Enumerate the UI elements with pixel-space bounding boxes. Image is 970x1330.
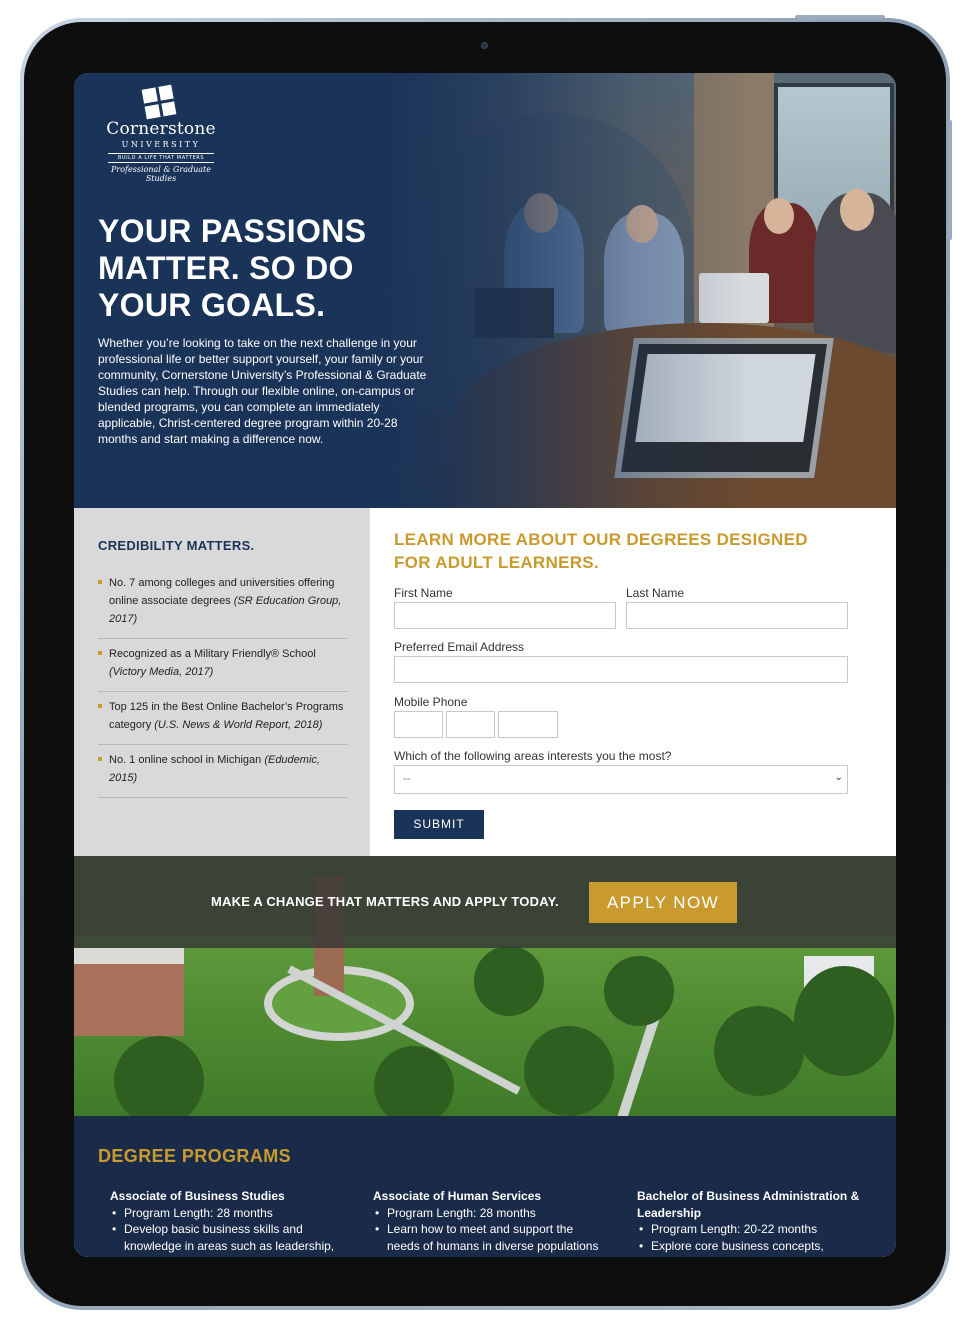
submit-button[interactable]: SUBMIT [394, 810, 484, 839]
email-input[interactable] [394, 656, 848, 683]
credibility-item: No. 7 among colleges and universities of… [98, 568, 348, 639]
screen: Cornerstone UNIVERSITY BUILD A LIFE THAT… [74, 73, 896, 1257]
first-name-input[interactable] [394, 602, 616, 629]
credibility-list: No. 7 among colleges and universities of… [98, 568, 348, 798]
degree-programs-title: DEGREE PROGRAMS [98, 1146, 292, 1166]
credibility-text: Recognized as a Military Friendly® Schoo… [109, 648, 316, 660]
logo-division: Professional & Graduate Studies [111, 165, 211, 183]
program-card[interactable]: Associate of Business Studies Program Le… [110, 1188, 340, 1254]
program-card[interactable]: Bachelor of Business Administration & Le… [637, 1188, 877, 1254]
interest-label: Which of the following areas interests y… [394, 749, 672, 763]
tablet-top-button [795, 15, 885, 19]
hero-section: Cornerstone UNIVERSITY BUILD A LIFE THAT… [74, 73, 896, 508]
program-card[interactable]: Associate of Human Services Program Leng… [373, 1188, 603, 1254]
apply-cta-text: MAKE A CHANGE THAT MATTERS AND APPLY TOD… [211, 894, 559, 909]
logo-tagline: BUILD A LIFE THAT MATTERS [108, 153, 214, 163]
lead-form: LEARN MORE ABOUT OUR DEGREES DESIGNED FO… [370, 508, 896, 856]
hero-title-line: MATTER. SO DO [98, 250, 354, 286]
last-name-label: Last Name [626, 586, 685, 600]
credibility-source: (Victory Media, 2017) [109, 666, 214, 678]
first-name-label: First Name [394, 586, 453, 600]
apply-band: MAKE A CHANGE THAT MATTERS AND APPLY TOD… [74, 856, 896, 948]
program-bullet: Learn how to meet and support the needs … [373, 1221, 603, 1254]
phone-line-input[interactable] [498, 711, 558, 738]
program-bullet: Program Length: 28 months [373, 1205, 603, 1222]
email-label: Preferred Email Address [394, 640, 525, 654]
credibility-source: (U.S. News & World Report, 2018) [154, 719, 323, 731]
campus-banner: MAKE A CHANGE THAT MATTERS AND APPLY TOD… [74, 856, 896, 1116]
phone-area-code-input[interactable] [394, 711, 443, 738]
last-name-input[interactable] [626, 602, 848, 629]
program-bullet: Develop basic business skills and knowle… [110, 1221, 340, 1254]
hero-title-line: YOUR PASSIONS [98, 213, 367, 249]
program-bullet: Explore core business concepts, [637, 1238, 877, 1255]
apply-now-button[interactable]: APPLY NOW [589, 882, 737, 923]
university-logo[interactable]: Cornerstone UNIVERSITY BUILD A LIFE THAT… [96, 84, 226, 183]
credibility-item: Top 125 in the Best Online Bachelor’s Pr… [98, 692, 348, 745]
interest-selected-value: -- [403, 773, 411, 785]
camera-icon [481, 42, 488, 49]
hero-body-text: Whether you’re looking to take on the ne… [98, 336, 427, 446]
hero-title: YOUR PASSIONS MATTER. SO DO YOUR GOALS. [98, 213, 438, 324]
program-bullet: Program Length: 20-22 months [637, 1221, 877, 1238]
credibility-panel: CREDIBILITY MATTERS. No. 7 among college… [74, 508, 370, 856]
program-name: Associate of Human Services [373, 1189, 542, 1203]
phone-label: Mobile Phone [394, 695, 468, 709]
chevron-down-icon: ⌄ [834, 772, 843, 783]
form-title: LEARN MORE ABOUT OUR DEGREES DESIGNED FO… [394, 530, 808, 572]
logo-subtitle: UNIVERSITY [121, 140, 201, 149]
credibility-text: No. 1 online school in Michigan [109, 754, 265, 766]
hero-title-line: YOUR GOALS. [98, 287, 326, 323]
program-bullet: Program Length: 28 months [110, 1205, 340, 1222]
interest-select[interactable]: -- ⌄ [394, 765, 848, 794]
tablet-volume-button [948, 120, 952, 240]
program-name: Associate of Business Studies [110, 1189, 285, 1203]
credibility-item: No. 1 online school in Michigan (Edudemi… [98, 745, 348, 798]
credibility-title: CREDIBILITY MATTERS. [98, 538, 255, 553]
degree-programs-section: DEGREE PROGRAMS Associate of Business St… [74, 1116, 896, 1257]
logo-name: Cornerstone [106, 119, 216, 139]
program-name: Bachelor of Business Administration & Le… [637, 1189, 860, 1220]
credibility-item: Recognized as a Military Friendly® Schoo… [98, 639, 348, 692]
phone-prefix-input[interactable] [446, 711, 495, 738]
cornerstone-logo-icon [141, 84, 177, 120]
